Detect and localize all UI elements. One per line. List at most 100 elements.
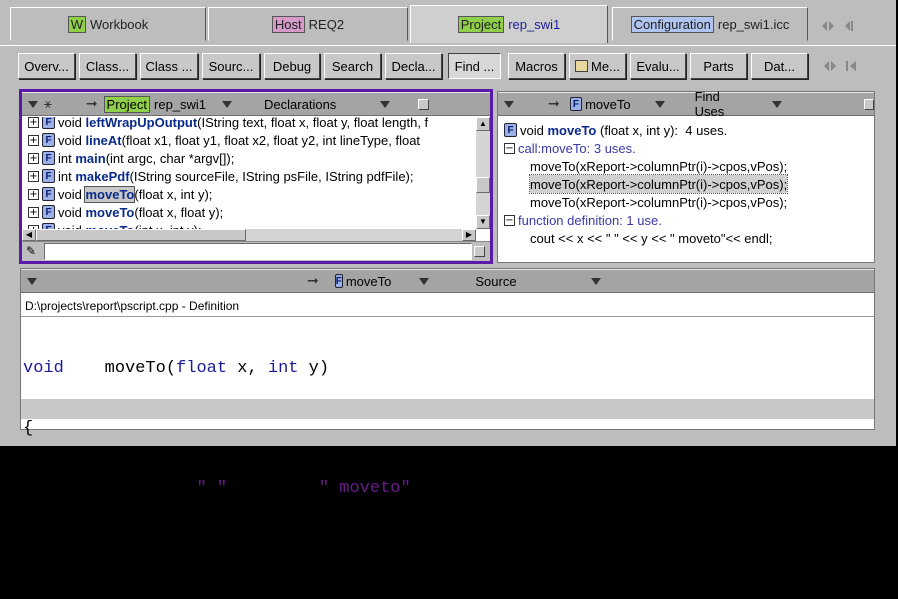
project-badge: Project (457, 16, 505, 33)
tab-project[interactable]: Project rep_swi1 (410, 5, 608, 43)
result-summary[interactable]: F void moveTo (float x, int y): 4 uses. (504, 121, 727, 139)
filter-tool-icon[interactable]: ✎ (26, 244, 36, 258)
evaluate-button[interactable]: Evalu... (630, 53, 686, 79)
declarations-list: + F void leftWrapUpOutput (IString text, f… (22, 117, 476, 241)
toolbar-scroll-arrows-icon[interactable] (822, 59, 862, 75)
type-label: int (58, 168, 72, 184)
source-status-bar (21, 399, 874, 419)
declarations-button[interactable]: Decla... (385, 53, 442, 79)
function-params: (IString text, float x, float y, float l… (197, 117, 429, 130)
expand-icon[interactable]: + (28, 134, 39, 146)
source-code[interactable]: void moveTo(float x, int y) { cout << x … (23, 319, 873, 558)
source-pane: ➞ F moveTo Source D:\projects\report\psc… (20, 268, 875, 558)
function-name: leftWrapUpOutput (85, 117, 198, 130)
symbol-dropdown-icon[interactable] (654, 100, 665, 108)
list-item-selected[interactable]: moveTo(xReport->columnPtr(i)->cpos,vPos)… (528, 174, 789, 194)
mode-dropdown-icon[interactable] (380, 100, 391, 108)
host-badge: Host (271, 15, 305, 33)
members-label: Me... (591, 58, 620, 74)
source-button[interactable]: Sourc... (202, 53, 260, 79)
scroll-up-button[interactable]: ▲ (476, 117, 490, 131)
find-button[interactable]: Find ... (448, 53, 501, 79)
list-item[interactable]: moveTo(xReport->columnPtr(i)->cpos,vPos)… (530, 157, 787, 175)
tab-configuration[interactable]: Configuration rep_swi1.icc (612, 7, 808, 41)
filter-input[interactable] (44, 243, 472, 260)
call-text: moveTo(xReport->columnPtr(i)->cpos,vPos)… (530, 158, 788, 174)
maximize-icon[interactable] (474, 246, 485, 260)
function-params: (float x, int y): (600, 122, 679, 138)
scroll-thumb[interactable] (476, 177, 490, 193)
class-button[interactable]: Class... (79, 53, 136, 79)
tab-scroll-arrows-icon[interactable] (820, 18, 860, 34)
class-hierarchy-button[interactable]: Class ... (140, 53, 198, 79)
filter-dropdown-icon[interactable] (28, 100, 38, 108)
list-item[interactable]: + F void moveTo (float x, float y); (22, 203, 223, 221)
group-header[interactable]: − function definition: 1 use. (502, 211, 662, 229)
expand-icon[interactable]: + (28, 206, 39, 218)
symbol-name: moveTo (585, 96, 631, 112)
list-item-selected[interactable]: + F void moveTo (float x, int y); (22, 185, 212, 203)
debug-button[interactable]: Debug (264, 53, 320, 79)
list-item[interactable]: moveTo(xReport->columnPtr(i)->cpos,vPos)… (530, 193, 787, 211)
project-dropdown-icon[interactable] (222, 100, 233, 108)
f-function-icon: F (569, 97, 583, 111)
search-button[interactable]: Search (324, 53, 381, 79)
scroll-down-button[interactable]: ▼ (476, 215, 490, 229)
members-button[interactable]: Me... (569, 53, 626, 79)
scroll-thumb[interactable] (36, 229, 246, 241)
filter-dropdown-icon[interactable] (504, 100, 514, 108)
function-params: (float x1, float y1, float x2, float y2,… (121, 132, 421, 148)
f-function-icon: F (504, 123, 517, 137)
scroll-left-button[interactable]: ◀ (22, 229, 36, 241)
code-line: } (23, 539, 34, 558)
type-label: int (58, 150, 72, 166)
project-name: rep_swi1 (154, 96, 207, 112)
tab-label: rep_swi1 (508, 17, 561, 32)
expand-icon[interactable]: + (28, 117, 39, 128)
function-params: (IString sourceFile, IString psFile, ISt… (129, 168, 414, 184)
expand-icon[interactable]: + (28, 188, 39, 200)
filter-icon[interactable]: ⚹ (44, 97, 52, 112)
parts-button[interactable]: Parts (690, 53, 747, 79)
vertical-scrollbar[interactable]: ▲ ▼ (476, 117, 490, 229)
tab-host[interactable]: Host REQ2 (208, 7, 408, 41)
list-item[interactable]: cout << x << " " << y << " moveto"<< end… (530, 229, 773, 247)
scroll-right-button[interactable]: ▶ (462, 229, 476, 241)
list-item[interactable]: + F int makePdf (IString sourceFile, IStri… (22, 167, 414, 185)
f-function-icon: F (42, 117, 55, 129)
collapse-icon[interactable]: − (504, 142, 515, 154)
function-name: moveTo (547, 122, 597, 138)
maximize-icon[interactable] (863, 98, 874, 110)
expand-icon[interactable]: + (28, 152, 39, 164)
code-token: << endl; (410, 479, 493, 498)
call-text: moveTo(xReport->columnPtr(i)->cpos,vPos)… (530, 176, 788, 192)
horizontal-scrollbar[interactable]: ◀ ▶ (22, 229, 476, 241)
mode-dropdown-icon[interactable] (590, 277, 601, 285)
macros-button[interactable]: Macros (508, 53, 565, 79)
source-header: ➞ F moveTo Source (21, 269, 874, 293)
code-token: ( (165, 359, 177, 378)
type-label: void (58, 186, 82, 202)
list-item[interactable]: + F int main (int argc, char *argv[]); (22, 149, 234, 167)
collapse-icon[interactable]: − (504, 214, 515, 226)
filter-dropdown-icon[interactable] (27, 277, 37, 285)
group-header[interactable]: − call:moveTo: 3 uses. (502, 139, 636, 157)
keyword: float (176, 359, 228, 378)
find-uses-header: ➞ F moveTo Find Uses (498, 89, 874, 119)
tab-workbook[interactable]: W Workbook (10, 7, 206, 41)
filter-bar: ✎ (22, 241, 490, 261)
expand-icon[interactable]: + (28, 170, 39, 182)
function-name: main (75, 150, 106, 166)
overview-button[interactable]: Overv... (18, 53, 75, 79)
data-button[interactable]: Dat... (751, 53, 808, 79)
tab-label: Workbook (89, 16, 149, 32)
list-item[interactable]: + F void lineAt (float x1, float y1, float… (22, 131, 420, 149)
f-function-icon: F (42, 151, 55, 165)
maximize-icon[interactable] (418, 98, 430, 110)
function-name: moveTo (84, 185, 136, 203)
definition-text: cout << x << " " << y << " moveto"<< end… (530, 230, 773, 246)
symbol-dropdown-icon[interactable] (419, 277, 430, 285)
list-item[interactable]: + F void leftWrapUpOutput (IString text, f… (22, 117, 428, 131)
mode-dropdown-icon[interactable] (771, 100, 782, 108)
f-function-icon: F (42, 133, 55, 147)
